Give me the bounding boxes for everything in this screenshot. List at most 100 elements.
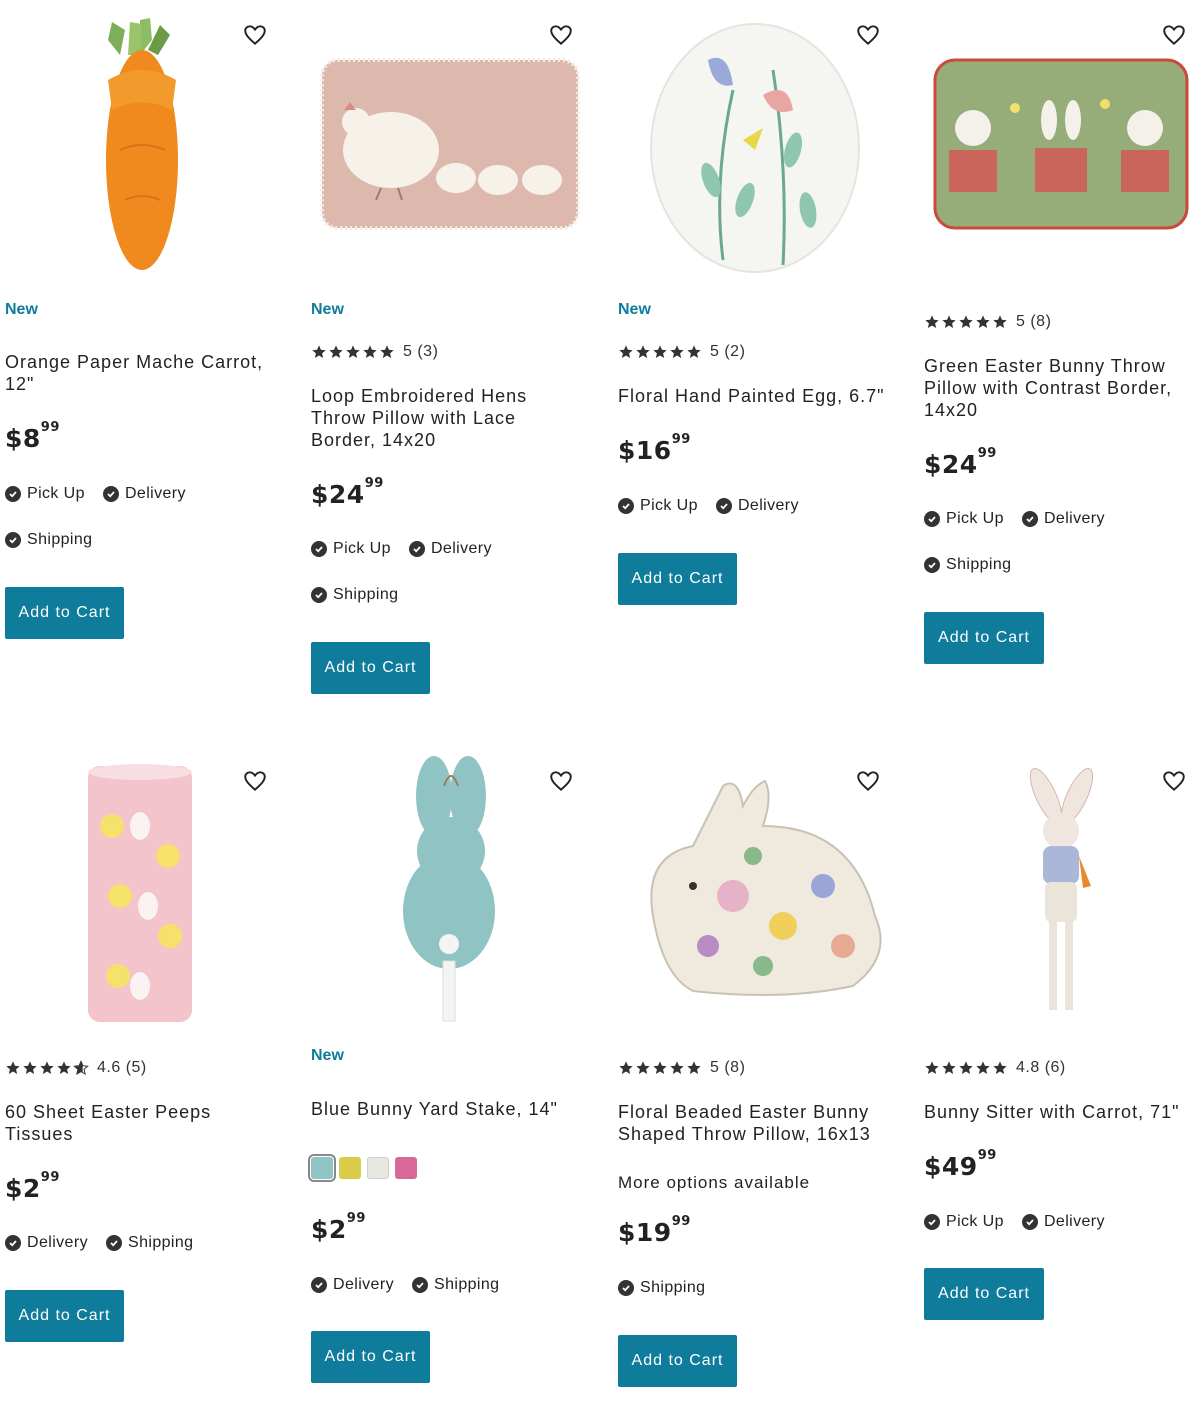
color-swatch-pink[interactable] xyxy=(395,1157,417,1179)
fulfillment-pickup: Pick Up xyxy=(311,540,391,558)
fulfillment-delivery: Delivery xyxy=(1021,510,1105,528)
add-to-cart-button[interactable]: Add to Cart xyxy=(618,1335,737,1387)
fulfillment-shipping: Shipping xyxy=(5,531,92,549)
star-icon xyxy=(636,1061,650,1074)
star-icon xyxy=(346,345,360,358)
star-icon xyxy=(57,1061,71,1074)
star-icon xyxy=(942,315,956,328)
fulfillment-options: Shipping xyxy=(5,531,92,549)
wishlist-heart-icon[interactable] xyxy=(548,768,574,794)
color-swatch-white[interactable] xyxy=(367,1157,389,1179)
add-to-cart-button[interactable]: Add to Cart xyxy=(5,587,124,639)
product-image[interactable] xyxy=(919,0,1200,270)
add-to-cart-button[interactable]: Add to Cart xyxy=(311,1331,430,1383)
check-icon xyxy=(5,486,21,502)
check-icon xyxy=(311,1277,327,1293)
fulfillment-pickup: Pick Up xyxy=(924,1213,1004,1231)
star-icon xyxy=(993,1061,1007,1074)
add-to-cart-button[interactable]: Add to Cart xyxy=(924,1268,1044,1320)
wishlist-heart-icon[interactable] xyxy=(242,768,268,794)
check-icon xyxy=(5,532,21,548)
rating-stars xyxy=(924,314,1008,330)
product-card[interactable]: New 5 (3) Loop Embroidered Hens Throw Pi… xyxy=(306,0,596,700)
star-icon xyxy=(23,1061,37,1074)
product-card[interactable]: 5 (8) Green Easter Bunny Throw Pillow wi… xyxy=(919,0,1200,700)
star-icon xyxy=(329,345,343,358)
add-to-cart-button[interactable]: Add to Cart xyxy=(618,553,737,605)
rating-text: 4.6 (5) xyxy=(97,1059,147,1076)
fulfillment-delivery: Delivery xyxy=(311,1276,394,1294)
star-icon xyxy=(959,1061,973,1074)
check-icon xyxy=(106,1235,122,1251)
product-card[interactable]: 4.6 (5) 60 Sheet Easter Peeps Tissues $2… xyxy=(0,746,290,1396)
fulfillment-options: Shipping xyxy=(618,1279,705,1297)
product-price: $4999 xyxy=(924,1148,997,1181)
fulfillment-pickup: Pick Up xyxy=(5,485,85,503)
wishlist-heart-icon[interactable] xyxy=(242,22,268,48)
color-swatch-blue[interactable] xyxy=(308,1154,336,1182)
product-rating[interactable]: 4.8 (6) xyxy=(924,1059,1066,1077)
star-icon xyxy=(959,315,973,328)
star-icon xyxy=(942,1061,956,1074)
product-card[interactable]: 4.8 (6) Bunny Sitter with Carrot, 71" $4… xyxy=(919,746,1200,1396)
more-options-text[interactable]: More options available xyxy=(618,1173,810,1193)
star-icon xyxy=(653,1061,667,1074)
product-rating[interactable]: 5 (8) xyxy=(618,1059,745,1077)
product-rating[interactable]: 5 (3) xyxy=(311,343,438,361)
wishlist-heart-icon[interactable] xyxy=(855,768,881,794)
product-image[interactable] xyxy=(919,746,1200,1016)
product-card[interactable]: New Blue Bunny Yard Stake, 14" $299 Deli… xyxy=(306,746,596,1396)
product-rating[interactable]: 5 (8) xyxy=(924,313,1051,331)
star-icon xyxy=(976,315,990,328)
product-title[interactable]: Green Easter Bunny Throw Pillow with Con… xyxy=(924,355,1189,421)
check-icon xyxy=(618,498,634,514)
add-to-cart-button[interactable]: Add to Cart xyxy=(311,642,430,694)
check-icon xyxy=(408,541,425,557)
check-icon xyxy=(412,1277,428,1293)
star-icon xyxy=(653,345,667,358)
product-price: $2499 xyxy=(311,476,384,509)
fulfillment-shipping: Shipping xyxy=(311,586,398,604)
rating-text: 5 (8) xyxy=(710,1059,746,1076)
fulfillment-options: Pick Up Delivery xyxy=(924,1213,1105,1231)
rating-text: 5 (2) xyxy=(710,343,746,360)
product-title[interactable]: Loop Embroidered Hens Throw Pillow with … xyxy=(311,385,581,451)
product-card[interactable]: New 5 (2) Floral Hand Painted Egg, 6.7" … xyxy=(613,0,903,700)
product-price: $899 xyxy=(5,420,60,453)
product-title[interactable]: Orange Paper Mache Carrot, 12" xyxy=(5,351,275,395)
star-icon xyxy=(670,1061,684,1074)
fulfillment-options: Pick Up Delivery xyxy=(5,485,186,503)
fulfillment-options: Pick Up Delivery xyxy=(924,510,1105,528)
rating-text: 5 (8) xyxy=(1016,313,1052,330)
add-to-cart-button[interactable]: Add to Cart xyxy=(5,1290,124,1342)
product-title[interactable]: Bunny Sitter with Carrot, 71" xyxy=(924,1101,1189,1123)
rating-stars xyxy=(924,1060,1008,1076)
wishlist-heart-icon[interactable] xyxy=(1161,768,1187,794)
product-price: $299 xyxy=(311,1211,366,1244)
product-rating[interactable]: 4.6 (5) xyxy=(5,1059,147,1077)
star-icon xyxy=(363,345,377,358)
product-card[interactable]: New Orange Paper Mache Carrot, 12" $899 … xyxy=(0,0,290,700)
check-icon xyxy=(311,541,327,557)
product-title[interactable]: 60 Sheet Easter Peeps Tissues xyxy=(5,1101,275,1145)
product-title[interactable]: Blue Bunny Yard Stake, 14" xyxy=(311,1098,581,1120)
check-icon xyxy=(715,498,732,514)
fulfillment-delivery: Delivery xyxy=(715,497,799,515)
wishlist-heart-icon[interactable] xyxy=(548,22,574,48)
color-swatch-yellow[interactable] xyxy=(339,1157,361,1179)
star-icon xyxy=(670,345,684,358)
product-card[interactable]: 5 (8) Floral Beaded Easter Bunny Shaped … xyxy=(613,746,903,1396)
product-title[interactable]: Floral Beaded Easter Bunny Shaped Throw … xyxy=(618,1101,888,1145)
wishlist-heart-icon[interactable] xyxy=(1161,22,1187,48)
star-icon xyxy=(312,345,326,358)
star-icon xyxy=(687,345,701,358)
fulfillment-delivery: Delivery xyxy=(1021,1213,1105,1231)
rating-stars xyxy=(311,344,395,360)
add-to-cart-button[interactable]: Add to Cart xyxy=(924,612,1044,664)
wishlist-heart-icon[interactable] xyxy=(855,22,881,48)
rating-text: 5 (3) xyxy=(403,343,439,360)
product-title[interactable]: Floral Hand Painted Egg, 6.7" xyxy=(618,385,888,407)
product-rating[interactable]: 5 (2) xyxy=(618,343,745,361)
rating-stars xyxy=(5,1060,89,1076)
star-icon xyxy=(925,315,939,328)
